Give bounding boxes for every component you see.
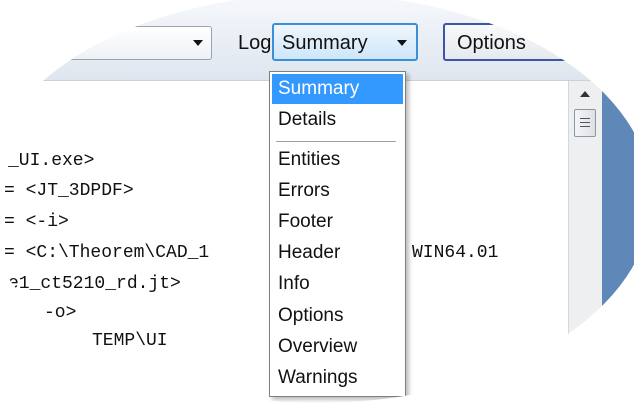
dropdown-item-summary[interactable]: Summary [272, 74, 403, 104]
grip-icon [580, 118, 590, 119]
dropdown-item-details[interactable]: Details [272, 105, 403, 135]
dropdown-item-warnings[interactable]: Warnings [272, 363, 403, 393]
log-dropdown-list: Summary Details Entities Errors Footer H… [269, 71, 406, 397]
grip-icon [580, 122, 590, 123]
dropdown-item-info[interactable]: Info [272, 269, 403, 299]
scroll-up-icon[interactable] [580, 91, 590, 97]
dropdown-item-header[interactable]: Header [272, 238, 403, 268]
log-line: -o> [44, 303, 77, 323]
log-line: WIN64.01 [412, 243, 499, 263]
log-line: = <JT_3DPDF> [4, 181, 134, 201]
log-line: TEMP\UI [92, 331, 168, 351]
chevron-down-icon [193, 40, 203, 46]
dropdown-item-footer[interactable]: Footer [272, 207, 403, 237]
scrollbar-thumb[interactable] [574, 109, 596, 137]
vertical-scrollbar[interactable] [568, 81, 603, 403]
log-combobox-value: Summary [282, 32, 368, 54]
options-button[interactable]: Options [443, 23, 634, 61]
chevron-down-icon [397, 40, 407, 46]
magnified-view: Log: Summary Options _UI.exe> = <JT_3DPD… [0, 0, 634, 403]
dropdown-item-errors[interactable]: Errors [272, 176, 403, 206]
dropdown-item-options[interactable]: Options [272, 301, 403, 331]
grip-icon [580, 126, 590, 127]
log-line: e1_ct5210_rd.jt> [8, 274, 181, 294]
log-line: = <C:\Theorem\CAD_1 [4, 243, 210, 263]
log-line: _UI.exe> [8, 151, 95, 171]
toolbar: Log: Summary Options [0, 0, 634, 81]
right-panel-edge [602, 81, 634, 403]
log-line: = <-i> [4, 212, 69, 232]
dropdown-item-entities[interactable]: Entities [272, 145, 403, 175]
dropdown-separator [276, 141, 396, 142]
log-combobox[interactable]: Summary [272, 23, 418, 61]
dropdown-item-overview[interactable]: Overview [272, 332, 403, 362]
options-button-label: Options [457, 32, 526, 54]
left-combobox[interactable] [12, 26, 212, 60]
